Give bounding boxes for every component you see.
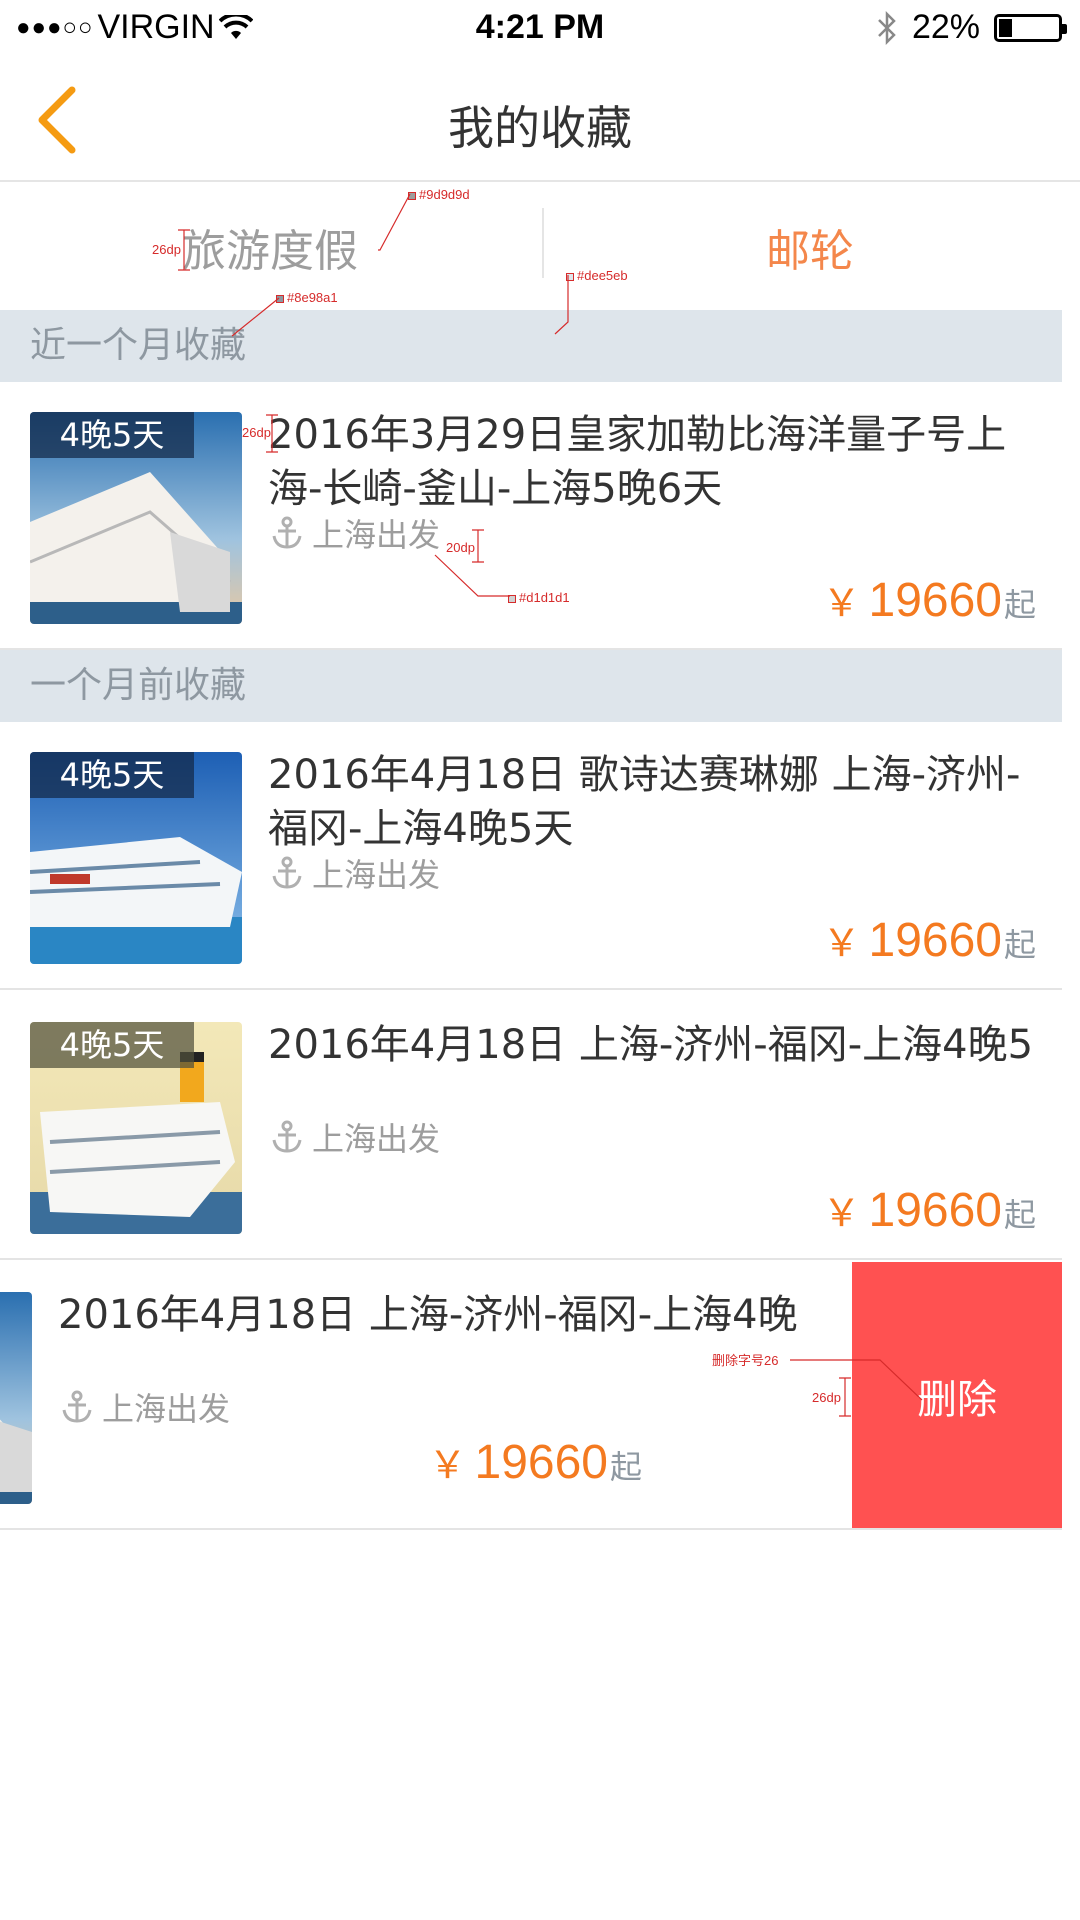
- cruise-thumbnail: [0, 1292, 32, 1504]
- annotation-tab-size: 26dp: [152, 242, 181, 257]
- list-item[interactable]: 4晚5天 2016年4月18日 歌诗达赛琳娜 上海-济州-福冈-上海4晚5天 上…: [0, 722, 1062, 990]
- anchor-icon: [272, 516, 302, 549]
- item-title: 2016年4月18日 上海-济州-福冈-上海4晚: [58, 1292, 798, 1338]
- annotation-text: #8e98a1: [287, 290, 338, 305]
- annotation-section-color: #8e98a1: [276, 290, 338, 305]
- annotation-origin-color: #d1d1d1: [508, 590, 570, 605]
- currency-symbol: ￥: [822, 581, 861, 625]
- annotation-text: #d1d1d1: [519, 590, 570, 605]
- duration-badge: 4晚5天: [30, 1022, 194, 1068]
- duration-badge: 4晚5天: [30, 752, 194, 798]
- departure-label: 上海出发: [102, 1390, 231, 1428]
- annotation-text: #9d9d9d: [419, 187, 470, 202]
- status-right: 22%: [876, 8, 1067, 47]
- list-item[interactable]: 4晚5天 2016年4月18日 上海-济州-福冈-上海4晚5 上海出发 ￥ 19…: [0, 992, 1062, 1260]
- annotation-origin-size: 20dp: [446, 540, 475, 555]
- departure-info: 上海出发: [270, 850, 440, 896]
- battery-level: [999, 18, 1012, 37]
- annotation-text: #dee5eb: [577, 268, 628, 283]
- battery-icon: [994, 13, 1067, 42]
- price-suffix: 起: [1003, 586, 1036, 624]
- departure-label: 上海出发: [312, 516, 441, 554]
- cruise-thumbnail: 4晚5天: [30, 412, 242, 624]
- item-title: 2016年3月29日皇家加勒比海洋量子号上海-长崎-釜山-上海5晚6天: [268, 412, 1007, 512]
- price: ￥ 19660 起: [822, 572, 1036, 628]
- tab-cruise[interactable]: 邮轮: [540, 184, 1080, 310]
- anchor-icon: [272, 856, 302, 889]
- price-value: 19660: [474, 1436, 608, 1489]
- anchor-icon: [62, 1390, 92, 1423]
- section-header-older: 一个月前收藏: [0, 650, 1062, 722]
- currency-symbol: ￥: [428, 1443, 467, 1487]
- item-title: 2016年4月18日 上海-济州-福冈-上海4晚5: [268, 1022, 1034, 1068]
- price: ￥ 19660 起: [428, 1434, 642, 1490]
- departure-label: 上海出发: [312, 1120, 441, 1158]
- nav-bar: 我的收藏: [0, 56, 1080, 182]
- item-title: 2016年4月18日 歌诗达赛琳娜 上海-济州-福冈-上海4晚5天: [268, 752, 1021, 852]
- tab-divider: [542, 208, 544, 278]
- price-suffix: 起: [1003, 926, 1036, 964]
- departure-label: 上海出发: [312, 856, 441, 894]
- price-suffix: 起: [609, 1448, 642, 1486]
- price-suffix: 起: [1003, 1196, 1036, 1234]
- cruise-thumbnail: 4晚5天: [30, 1022, 242, 1234]
- status-bar: ●●●○○ VIRGIN 4:21 PM 22%: [0, 0, 1080, 56]
- price: ￥ 19660 起: [822, 912, 1036, 968]
- price: ￥ 19660 起: [822, 1182, 1036, 1238]
- duration-badge: 4晚5天: [30, 412, 194, 458]
- annotation-delete-size: 26dp: [812, 1390, 841, 1405]
- annotation-delete-font: 删除字号26: [712, 1353, 779, 1368]
- price-value: 19660: [868, 1184, 1002, 1237]
- delete-button[interactable]: 删除: [852, 1262, 1062, 1528]
- bluetooth-icon: [878, 10, 896, 45]
- annotation-section-bg: #dee5eb: [566, 268, 628, 283]
- currency-symbol: ￥: [822, 1191, 861, 1235]
- anchor-icon: [272, 1120, 302, 1153]
- tab-vacation[interactable]: 旅游度假: [0, 184, 540, 310]
- section-header-recent: 近一个月收藏: [0, 310, 1062, 382]
- cruise-thumbnail: 4晚5天: [30, 752, 242, 964]
- list-item[interactable]: 4晚5天 2016年3月29日皇家加勒比海洋量子号上海-长崎-釜山-上海5晚6天…: [0, 382, 1062, 650]
- currency-symbol: ￥: [822, 921, 861, 965]
- departure-info: 上海出发: [60, 1384, 230, 1430]
- departure-info: 上海出发: [270, 1114, 440, 1160]
- departure-info: 上海出发: [270, 510, 440, 556]
- page-title: 我的收藏: [448, 101, 632, 155]
- swiped-item-content[interactable]: 2016年4月18日 上海-济州-福冈-上海4晚 上海出发 ￥ 19660 起: [0, 1262, 852, 1528]
- annotation-tab-color: #9d9d9d: [408, 187, 470, 202]
- price-value: 19660: [868, 914, 1002, 967]
- annotation-title-size: 26dp: [242, 425, 271, 440]
- battery-percent: 22%: [911, 8, 980, 46]
- list-item-swiped[interactable]: 2016年4月18日 上海-济州-福冈-上海4晚 上海出发 ￥ 19660 起 …: [0, 1262, 1062, 1530]
- price-value: 19660: [868, 574, 1002, 627]
- cruise-ship-image: [0, 1292, 32, 1504]
